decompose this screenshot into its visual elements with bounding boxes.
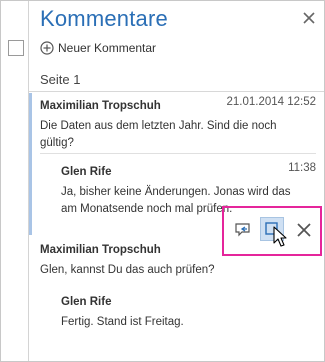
reply-text-line: Fertig. Stand ist Freitag. — [61, 316, 184, 328]
comment: Maximilian Tropschuh Glen, kannst Du das… — [40, 240, 316, 279]
delete-icon — [297, 223, 311, 237]
new-comment-label: Neuer Kommentar — [58, 41, 157, 55]
reply-button[interactable] — [234, 221, 252, 239]
reply-comment: Glen Rife Fertig. Stand ist Freitag. — [61, 292, 316, 331]
comment-text-line: Die Daten aus dem letzten Jahr. Sind die… — [40, 120, 277, 132]
comment-author: Maximilian Tropschuh — [40, 100, 161, 112]
reply-author: Glen Rife — [61, 166, 112, 178]
active-thread-indicator — [29, 93, 32, 235]
close-icon — [303, 12, 315, 24]
new-comment-button[interactable]: Neuer Kommentar — [40, 39, 156, 57]
document-gutter — [1, 1, 29, 361]
reply-timestamp: 11:38 — [288, 162, 316, 174]
divider — [29, 91, 324, 92]
delete-button[interactable] — [295, 221, 313, 239]
reply-text: Fertig. Stand ist Freitag. — [61, 314, 316, 331]
comment-text: Die Daten aus dem letzten Jahr. Sind die… — [40, 118, 316, 152]
reply-divider — [40, 153, 316, 154]
gutter-checkbox[interactable] — [8, 40, 24, 56]
close-button[interactable] — [300, 9, 318, 27]
comment-timestamp: 21.01.2014 12:52 — [226, 96, 316, 108]
comment-text: Glen, kannst Du das auch prüfen? — [40, 262, 316, 279]
plus-circle-icon — [40, 41, 54, 55]
comments-pane: Kommentare Neuer Kommentar Seite 1 Maxim… — [29, 1, 324, 361]
page-section-label: Seite 1 — [40, 72, 81, 87]
comment-text-line: Glen, kannst Du das auch prüfen? — [40, 264, 215, 276]
comment-text-line: gültig? — [40, 137, 74, 149]
reply-author: Glen Rife — [61, 296, 112, 308]
reply-comment-icon — [235, 223, 250, 237]
comment-author: Maximilian Tropschuh — [40, 244, 161, 256]
comment: Maximilian Tropschuh 21.01.2014 12:52 Di… — [40, 96, 316, 152]
reply-text-line: Ja, bisher keine Änderungen. Jonas wird … — [61, 186, 291, 198]
comments-window: Kommentare Neuer Kommentar Seite 1 Maxim… — [0, 0, 325, 362]
pane-title: Kommentare — [40, 6, 168, 31]
